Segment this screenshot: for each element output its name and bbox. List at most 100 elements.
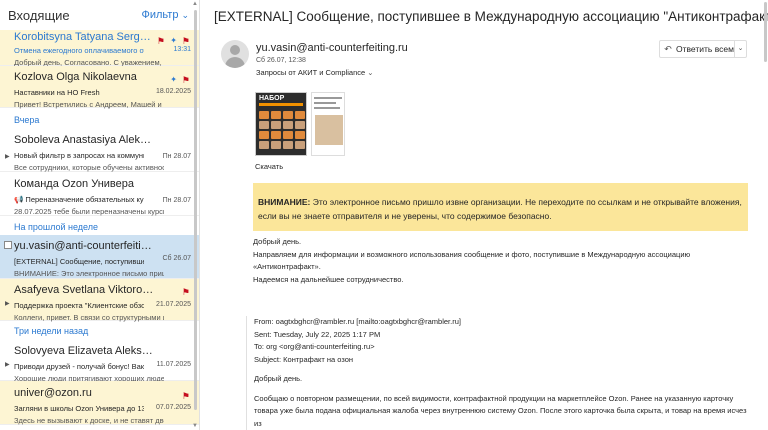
warning-bold: ВНИМАНИЕ: [258,197,311,207]
list-item-date: Пн 28.07 [162,197,191,204]
list-item-sender: Solovyeva Elizaveta Alekseev... [14,345,154,357]
list-scrollbar[interactable] [194,10,197,410]
list-item[interactable]: Soboleva Anastasiya Alekseе... ▶ Новый ф… [0,128,199,172]
inbox-title: Входящие [8,7,70,23]
quote-sent: Sent: Tuesday, July 22, 2025 1:17 PM [254,329,381,339]
flag-icon[interactable]: ⚑ [157,36,165,47]
quote-subject: Subject: Контрафакт на озон [254,354,354,364]
sender-address[interactable]: yu.vasin@anti-counterfeiting.ru [256,42,408,54]
category-label: Запросы от АКИТ и Compliance [256,68,366,77]
list-item-date: Пн 28.07 [162,153,191,160]
list-item[interactable]: univer@ozon.ru Загляни в школы Ozon Унив… [0,381,199,425]
attachment-thumbnail[interactable]: НАБОР [255,92,307,156]
reply-options-chevron-icon[interactable]: ⌄ [734,41,746,57]
download-link[interactable]: Скачать [255,162,283,171]
body-line: Надеемся на дальнейшее сотрудничество. [253,274,404,284]
list-item-date: 18.02.2025 [155,88,191,95]
scroll-up-icon[interactable]: ▲ [192,1,198,7]
section-last-week[interactable]: На прошлой неделе [0,219,199,235]
mail-app: Входящие Фильтр ⌄ Korobitsyna Tatyana Se… [0,0,768,430]
thumb-row [259,111,305,119]
warning-text: Это электронное письмо пришло извне орга… [258,197,742,221]
list-item[interactable]: Solovyeva Elizaveta Alekseev... ▶ Привод… [0,339,199,383]
message-list-pane: Входящие Фильтр ⌄ Korobitsyna Tatyana Se… [0,0,200,430]
list-item-preview: 28.07.2025 тебе были переназначены курсы… [14,207,164,216]
reading-pane-scrollbar[interactable] [764,2,767,62]
body-line: Направляем для информации и возможного и… [253,249,691,272]
list-item-sender: yu.vasin@anti-counterfeiting.... [14,240,154,252]
list-item-sender: Asafyeva Svetlana Viktorovna [14,284,154,296]
list-item-subject: 📢 Переназначение обязательных курсо [14,195,144,204]
filter-label: Фильтр [141,9,179,21]
list-item-date: 07.07.2025 [155,404,191,411]
thumb-row [259,131,305,139]
avatar-body-icon [225,57,245,68]
chevron-down-icon: ⌄ [367,68,374,77]
thumb-row [259,121,305,129]
thumb-line [314,107,340,109]
list-header: Входящие Фильтр ⌄ [0,0,199,30]
list-item-date: 13:31 [173,46,191,53]
list-item-preview: Здесь не вызывают к доске, и не ставят д… [14,416,164,425]
list-item-sender: Soboleva Anastasiya Alekseе... [14,134,154,146]
list-item-sender: Korobitsyna Tatyana Sergeev... [14,31,154,43]
list-item-subject: Приводи друзей - получай бонус! Ваканс [14,362,144,371]
pin-icon[interactable]: ✦ [170,75,177,84]
expand-caret-icon[interactable]: ▶ [5,153,10,160]
list-item[interactable]: Korobitsyna Tatyana Sergeev... Отмена еж… [0,30,199,67]
quote-from: From: oagtxbghcr@rambler.ru [mailto:oagt… [254,317,461,326]
avatar[interactable] [221,40,249,68]
flag-icon[interactable]: ⚑ [182,391,190,402]
list-item-subject: Поддержка проекта "Клиентские обзоры [14,301,144,310]
list-item-preview: Привет! Встретились с Андреем, Машей и Г… [14,100,164,109]
filter-button[interactable]: Фильтр ⌄ [142,9,190,21]
pin-icon[interactable]: ✦ [170,36,177,45]
reply-all-icon: ↶ [664,43,672,54]
quoted-message: From: oagtxbghcr@rambler.ru [mailto:oagt… [246,316,751,430]
list-item-sender: Kozlova Olga Nikolaevna [14,71,137,83]
quote-greeting: Добрый день. [254,374,303,383]
category-tag[interactable]: Запросы от АКИТ и Compliance ⌄ [256,68,374,77]
thumb-row [259,141,305,149]
list-item-subject: Наставники на НО Fresh [14,88,100,97]
thumb-line [314,97,342,99]
list-item-preview: Коллеги, привет. В связи со структурными… [14,313,164,322]
list-item-sender: univer@ozon.ru [14,387,92,399]
chevron-down-icon: ⌄ [181,9,189,20]
reply-all-button[interactable]: ↶ Ответить всем ⌄ [659,40,747,58]
expand-caret-icon[interactable]: ▶ [5,300,10,307]
list-item-preview: ВНИМАНИЕ: Это электронное письмо пришло … [14,269,164,278]
section-yesterday[interactable]: Вчера [0,112,199,128]
thumb-image [315,115,343,145]
list-item-subject: [EXTERNAL] Сообщение, поступившее в М [14,257,144,266]
list-item-sender: Команда Ozon Универа [14,178,135,190]
thumb-line [314,102,336,104]
expand-caret-icon[interactable]: ▶ [5,361,10,368]
quote-to: To: org <org@anti-counterfeiting.ru> [254,342,375,351]
list-item-preview: Все сотрудники, которые обучены активнос… [14,163,164,172]
list-item[interactable]: Asafyeva Svetlana Viktorovna ▶ Поддержка… [0,279,199,322]
reading-pane: [EXTERNAL] Сообщение, поступившее в Межд… [201,0,768,430]
flag-icon[interactable]: ⚑ [182,75,190,86]
list-item-date: Сб 26.07 [162,255,191,262]
scroll-down-icon[interactable]: ▼ [192,423,198,429]
thumb-stripe [259,103,303,106]
list-item-selected[interactable]: yu.vasin@anti-counterfeiting.... [EXTERN… [0,235,199,279]
message-body: Добрый день. Направляем для информации и… [253,236,733,286]
external-warning-banner: ВНИМАНИЕ: Это электронное письмо пришло … [253,183,748,231]
quote-paragraph: Сообщаю о повторном размещении, по всей … [254,393,747,428]
attachment-thumb-text: НАБОР [259,95,285,102]
message-subject: [EXTERNAL] Сообщение, поступившее в Межд… [214,9,768,24]
list-item-subject: Отмена ежегодного оплачиваемого отп [14,46,144,55]
attachment-thumbnail-2[interactable] [311,92,345,156]
section-three-weeks[interactable]: Три недели назад [0,323,199,339]
sent-date: Сб 26.07, 12:38 [256,57,306,64]
body-line: Добрый день. [253,237,302,246]
list-item[interactable]: Kozlova Olga Nikolaevna Наставники на НО… [0,66,199,109]
list-item-subject: Новый фильтр в запросах на коммуникац [14,151,144,160]
list-item[interactable]: Команда Ozon Универа 📢 Переназначение об… [0,172,199,216]
select-checkbox[interactable] [4,241,12,249]
list-item-subject: Загляни в школы Ozon Универа до 13 и [14,404,144,413]
flag-icon[interactable]: ⚑ [182,287,190,298]
avatar-head-icon [230,45,240,55]
